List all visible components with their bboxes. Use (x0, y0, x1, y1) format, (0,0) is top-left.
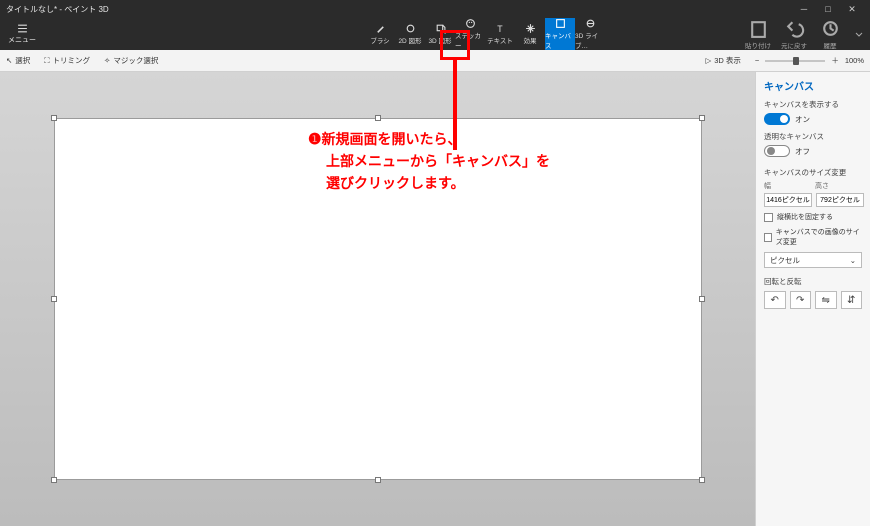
brush-icon (375, 23, 386, 34)
panel-title: キャンバス (764, 78, 862, 93)
width-header: 幅 (764, 181, 811, 191)
zoom-thumb[interactable] (793, 57, 799, 65)
paste-button[interactable]: 貼り付け (740, 18, 776, 50)
crop-icon: ⛶ (44, 56, 49, 66)
resize-image-checkbox[interactable] (764, 233, 772, 242)
flip-vertical-button[interactable]: ⇵ (841, 291, 863, 309)
tool-2d-shapes[interactable]: 2D 図形 (395, 18, 425, 50)
text-icon: T (495, 23, 506, 34)
tool-text[interactable]: Tテキスト (485, 18, 515, 50)
rotate-flip-label: 回転と反転 (764, 276, 862, 287)
paste-icon (748, 18, 769, 39)
history-button[interactable]: 履歴 (812, 18, 848, 50)
tool-brush[interactable]: ブラシ (365, 18, 395, 50)
zoom-in-button[interactable]: ＋ (831, 55, 839, 66)
select-tool[interactable]: ↖選択 (6, 55, 30, 66)
tool-effects[interactable]: 効果 (515, 18, 545, 50)
resize-handle-tr[interactable] (699, 115, 705, 121)
resize-handle-tm[interactable] (375, 115, 381, 121)
menu-button[interactable]: メニュー (0, 18, 44, 50)
svg-text:T: T (497, 24, 503, 34)
height-header: 高さ (815, 181, 862, 191)
chevron-down-icon (854, 29, 864, 39)
window-minimize[interactable]: ─ (792, 4, 816, 14)
chevron-down-icon: ⌄ (850, 256, 856, 265)
unit-select[interactable]: ピクセル ⌄ (764, 252, 862, 268)
library-icon (585, 18, 596, 29)
resize-handle-br[interactable] (699, 477, 705, 483)
undo-icon (784, 18, 805, 39)
rotate-cw-button[interactable]: ↷ (790, 291, 812, 309)
workspace (0, 72, 755, 526)
transparent-canvas-toggle[interactable] (764, 145, 790, 157)
toolbar: ↖選択 ⛶トリミング ✧マジック選択 ▷3D 表示 − ＋ 100% (0, 50, 870, 72)
tool-canvas[interactable]: キャンバス (545, 18, 575, 50)
transparent-canvas-state: オフ (795, 146, 810, 157)
unit-value: ピクセル (770, 255, 800, 266)
undo-button[interactable]: 元に戻す (776, 18, 812, 50)
tool-tabs: ブラシ 2D 図形 3D 図形 ステッカー Tテキスト 効果 キャンバス 3D … (260, 18, 710, 50)
flip-horizontal-button[interactable]: ⇋ (815, 291, 837, 309)
tool-stickers[interactable]: ステッカー (455, 18, 485, 50)
show-canvas-toggle[interactable] (764, 113, 790, 125)
zoom-slider[interactable] (765, 60, 825, 62)
cursor-icon: ↖ (6, 56, 12, 65)
ribbon: メニュー ブラシ 2D 図形 3D 図形 ステッカー Tテキスト 効果 キャンバ… (0, 18, 870, 50)
hamburger-icon (17, 23, 28, 34)
canvas-container (54, 118, 702, 480)
window-close[interactable]: ✕ (840, 4, 864, 15)
zoom-value[interactable]: 100% (845, 56, 864, 65)
transparent-canvas-label: 透明なキャンバス (764, 131, 862, 142)
crop-tool[interactable]: ⛶トリミング (44, 55, 90, 66)
magic-icon: ✧ (104, 56, 110, 65)
titlebar: タイトルなし* - ペイント 3D ─ □ ✕ (0, 0, 870, 18)
effects-icon (525, 23, 536, 34)
shapes-2d-icon (405, 23, 416, 34)
zoom-out-button[interactable]: − (755, 56, 759, 65)
history-icon (820, 18, 841, 39)
view-3d-toggle[interactable]: ▷3D 表示 (705, 55, 740, 66)
lock-aspect-label: 縦横比を固定する (777, 212, 833, 222)
width-input[interactable] (764, 193, 812, 207)
resize-handle-tl[interactable] (51, 115, 57, 121)
tool-3d-library[interactable]: 3D ライブ… (575, 18, 605, 50)
lock-aspect-checkbox[interactable] (764, 213, 773, 222)
resize-handle-bl[interactable] (51, 477, 57, 483)
resize-handle-ml[interactable] (51, 296, 57, 302)
zoom-control: − ＋ 100% (755, 55, 864, 66)
show-canvas-state: オン (795, 114, 810, 125)
canvas-panel: キャンバス キャンバスを表示する オン 透明なキャンバス オフ キャンバスのサイ… (755, 72, 870, 526)
resize-label: キャンバスのサイズ変更 (764, 167, 862, 178)
rotate-ccw-button[interactable]: ↶ (764, 291, 786, 309)
tool-3d-shapes[interactable]: 3D 図形 (425, 18, 455, 50)
show-canvas-label: キャンバスを表示する (764, 99, 862, 110)
resize-image-label: キャンバスでの画像のサイズ変更 (776, 227, 862, 247)
expand-ribbon-button[interactable] (848, 18, 870, 50)
sticker-icon (465, 18, 476, 29)
window-maximize[interactable]: □ (816, 4, 840, 14)
resize-handle-bm[interactable] (375, 477, 381, 483)
play-icon: ▷ (705, 56, 711, 65)
magic-select-tool[interactable]: ✧マジック選択 (104, 55, 158, 66)
height-input[interactable] (816, 193, 864, 207)
shapes-3d-icon (435, 23, 446, 34)
resize-handle-mr[interactable] (699, 296, 705, 302)
canvas[interactable] (54, 118, 702, 480)
app-title: タイトルなし* - ペイント 3D (6, 4, 109, 15)
canvas-icon (555, 18, 566, 29)
